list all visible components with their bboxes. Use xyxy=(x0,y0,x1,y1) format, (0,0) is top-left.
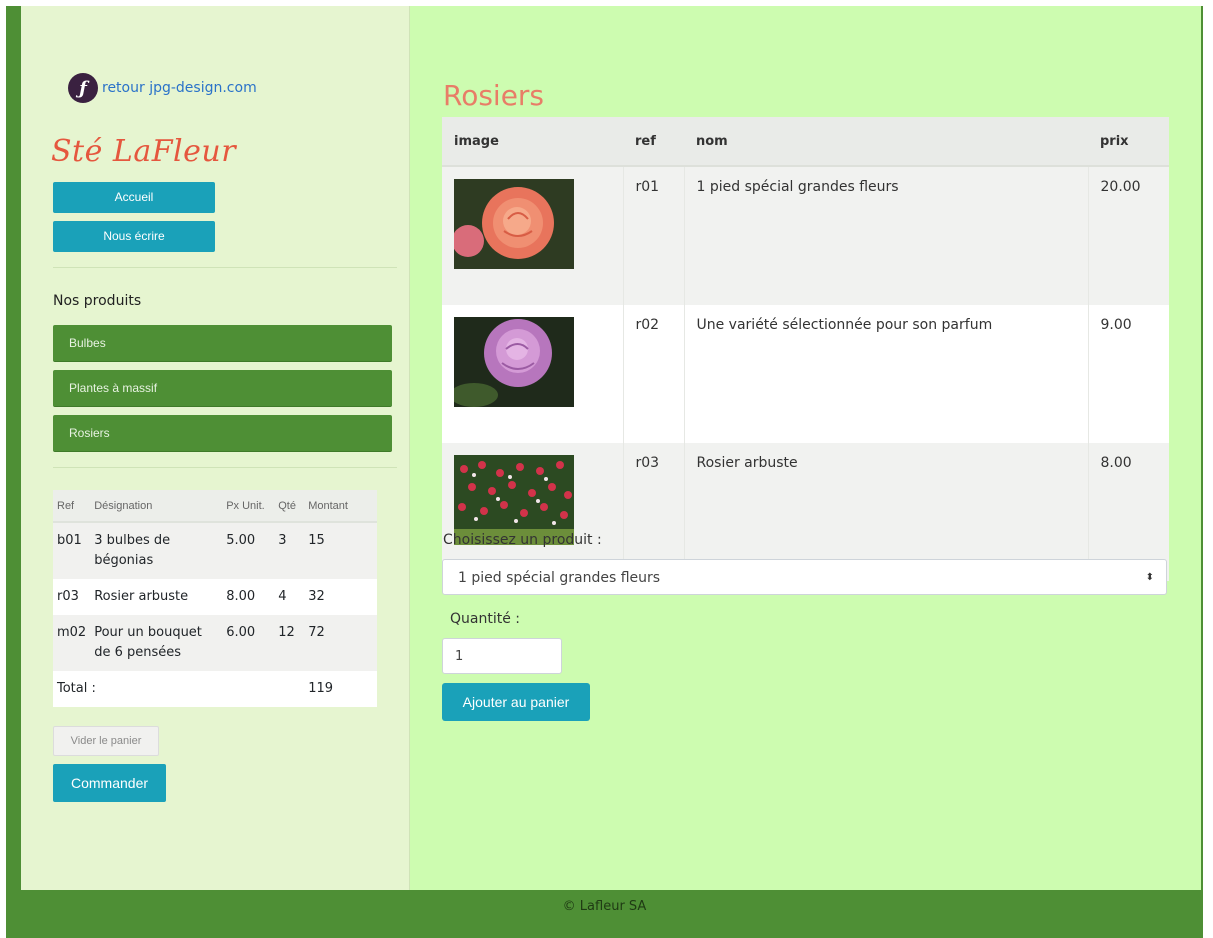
products-header-price: prix xyxy=(1088,117,1169,167)
cart-total-row: Total : 119 xyxy=(53,671,377,707)
cart-cell-amount: 15 xyxy=(304,522,377,579)
cart-cell-designation: 3 bulbes de bégonias xyxy=(90,522,223,579)
rose-image[interactable] xyxy=(454,317,574,407)
category-plantes-a-massif[interactable]: Plantes à massif xyxy=(53,370,392,407)
cart-cell-price: 5.00 xyxy=(222,522,275,579)
product-cell-name: 1 pied spécial grandes fleurs xyxy=(683,166,1088,305)
cart-row: r03 Rosier arbuste 8.00 4 32 xyxy=(53,579,377,615)
page-title: Rosiers xyxy=(443,79,545,112)
product-cell-image xyxy=(442,305,623,443)
quantity-input[interactable] xyxy=(442,638,562,674)
contact-button[interactable]: Nous écrire xyxy=(53,221,215,252)
cart-header-price: Px Unit. xyxy=(222,490,275,523)
cart-cell-qty: 12 xyxy=(274,615,305,671)
back-link[interactable]: ƒ retour jpg-design.com xyxy=(68,73,257,103)
product-cell-name: Une variété sélectionnée pour son parfum xyxy=(683,305,1088,443)
cart-cell-price: 8.00 xyxy=(222,579,275,615)
home-button[interactable]: Accueil xyxy=(53,182,215,213)
cart-cell-qty: 4 xyxy=(274,579,305,615)
cart-cell-designation: Pour un bouquet de 6 pensées xyxy=(90,615,223,671)
quantity-label: Quantité : xyxy=(450,611,520,627)
product-cell-price: 20.00 xyxy=(1087,166,1169,305)
cart-cell-ref: r03 xyxy=(53,579,91,615)
cart-header-qty: Qté xyxy=(274,490,305,523)
product-row[interactable]: r02 Une variété sélectionnée pour son pa… xyxy=(442,305,1169,443)
cart-header-amount: Montant xyxy=(304,490,377,523)
sidebar: ƒ retour jpg-design.com Sté LaFleur Accu… xyxy=(21,6,410,890)
cart-cell-ref: b01 xyxy=(53,522,91,579)
cart-row: b01 3 bulbes de bégonias 5.00 3 15 xyxy=(53,522,377,579)
products-header-image: image xyxy=(442,117,623,167)
cart-cell-amount: 72 xyxy=(304,615,377,671)
cart-header-designation: Désignation xyxy=(90,490,223,523)
product-select[interactable]: 1 pied spécial grandes fleurs ⬍ xyxy=(442,559,1167,595)
product-cell-image xyxy=(442,166,623,305)
cart-cell-designation: Rosier arbuste xyxy=(90,579,223,615)
product-cell-price: 9.00 xyxy=(1087,305,1169,443)
cart-cell-qty: 3 xyxy=(274,522,305,579)
add-to-cart-button[interactable]: Ajouter au panier xyxy=(442,683,590,721)
main-content: Rosiers image ref nom prix r01 1 pied sp… xyxy=(410,6,1201,890)
products-section-label: Nos produits xyxy=(53,293,142,309)
product-cell-ref: r01 xyxy=(622,166,684,305)
rose-image[interactable] xyxy=(454,179,574,269)
category-rosiers[interactable]: Rosiers xyxy=(53,415,392,452)
category-bulbes[interactable]: Bulbes xyxy=(53,325,392,362)
cart-total-value: 119 xyxy=(304,671,377,707)
order-button[interactable]: Commander xyxy=(53,764,166,802)
cart-table: Ref Désignation Px Unit. Qté Montant b01… xyxy=(53,490,377,707)
jpg-design-logo-icon: ƒ xyxy=(68,73,98,103)
choose-product-label: Choisissez un produit : xyxy=(443,532,602,548)
footer: © Lafleur SA xyxy=(6,890,1203,938)
footer-copyright: © Lafleur SA xyxy=(562,899,647,914)
cart-cell-amount: 32 xyxy=(304,579,377,615)
cart-cell-price: 6.00 xyxy=(222,615,275,671)
select-caret-icon: ⬍ xyxy=(1145,572,1154,583)
product-select-value: 1 pied spécial grandes fleurs xyxy=(458,570,661,586)
cart-row: m02 Pour un bouquet de 6 pensées 6.00 12… xyxy=(53,615,377,671)
products-header-name: nom xyxy=(684,117,1088,167)
product-row[interactable]: r01 1 pied spécial grandes fleurs 20.00 xyxy=(442,166,1169,305)
back-link-label: retour jpg-design.com xyxy=(102,80,257,96)
sidebar-divider xyxy=(53,267,397,268)
cart-header-ref: Ref xyxy=(53,490,91,523)
products-table: image ref nom prix r01 1 pied spécial gr… xyxy=(442,117,1169,581)
sidebar-divider xyxy=(53,467,397,468)
brand-title: Sté LaFleur xyxy=(51,134,237,169)
product-cell-ref: r02 xyxy=(622,305,684,443)
cart-header-row: Ref Désignation Px Unit. Qté Montant xyxy=(53,490,377,523)
products-header-ref: ref xyxy=(623,117,684,167)
cart-cell-ref: m02 xyxy=(53,615,91,671)
cart-total-label: Total : xyxy=(53,671,305,707)
products-header-row: image ref nom prix xyxy=(442,117,1169,167)
empty-cart-button[interactable]: Vider le panier xyxy=(53,726,159,756)
